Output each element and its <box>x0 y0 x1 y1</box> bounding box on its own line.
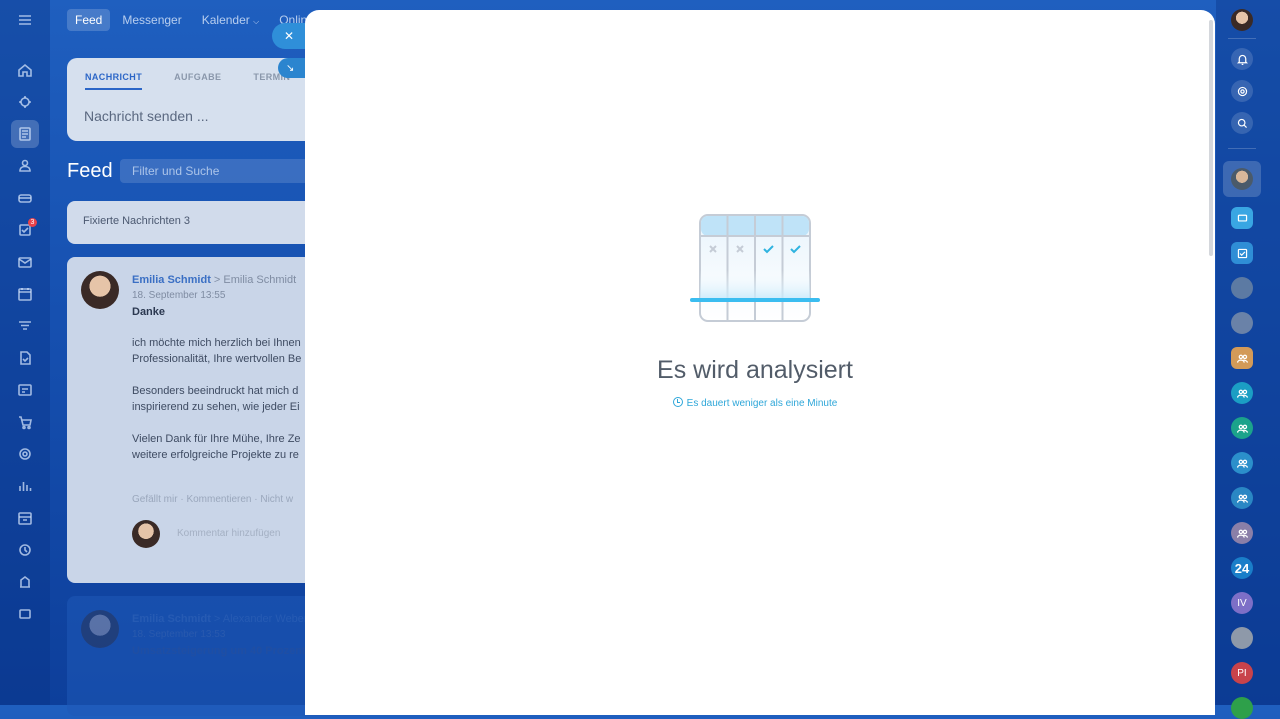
group-chat-icon[interactable] <box>1231 487 1253 509</box>
post-subject: Danke <box>132 306 166 318</box>
notifications-icon[interactable] <box>1231 48 1253 70</box>
shop-icon[interactable] <box>11 408 39 436</box>
chat-avatar[interactable] <box>1231 312 1253 334</box>
recipient-arrow-icon: > <box>213 274 224 286</box>
menu-icon[interactable] <box>11 6 39 34</box>
post-date: 18. September 13:55 <box>132 290 226 301</box>
filter-search-input[interactable]: Filter und Suche <box>120 159 320 183</box>
divider <box>1228 38 1256 39</box>
documents-icon[interactable] <box>11 344 39 372</box>
post-recipient[interactable]: Alexander Weber <box>223 613 308 625</box>
calendar-icon[interactable] <box>11 280 39 308</box>
recipient-arrow-icon: > <box>213 613 223 625</box>
group-chat-icon[interactable] <box>1231 522 1253 544</box>
collapse-icon: ↘ <box>286 62 295 74</box>
sites-icon[interactable] <box>11 376 39 404</box>
comment-input[interactable]: Kommentar hinzufügen <box>177 528 280 539</box>
post-line: ich möchte mich herzlich bei Ihnen <box>132 337 301 349</box>
ai-assistant-icon[interactable] <box>11 88 39 116</box>
timeman-icon[interactable] <box>11 504 39 532</box>
group-chat-icon[interactable] <box>1231 382 1253 404</box>
analysis-subtitle-text: Es dauert weniger als eine Minute <box>686 398 838 409</box>
tasks-chat-icon[interactable] <box>1231 242 1253 264</box>
post-recipient[interactable]: Emilia Schmidt <box>223 274 296 286</box>
search-chat-icon[interactable] <box>1231 112 1253 134</box>
author-name[interactable]: Emilia Schmidt <box>132 613 211 625</box>
marketing-icon[interactable] <box>11 440 39 468</box>
tasks-badge: 3 <box>28 218 37 227</box>
drive-icon[interactable] <box>11 184 39 212</box>
message-input[interactable]: Nachricht senden ... <box>84 108 209 124</box>
chat-avatar[interactable] <box>1231 697 1253 719</box>
post-date: 18. September 13:53 <box>132 629 226 640</box>
composer-tabs: NACHRICHT AUFGABE TERMIN <box>85 72 290 90</box>
avatar[interactable] <box>81 271 119 309</box>
home-icon[interactable] <box>11 56 39 84</box>
tab-feed[interactable]: Feed <box>67 9 111 31</box>
analysis-panel: Es wird analysiert Es dauert weniger als… <box>305 10 1215 715</box>
chat-avatar[interactable] <box>1231 627 1253 649</box>
analytics-icon[interactable] <box>11 472 39 500</box>
page-title: Feed <box>67 160 113 182</box>
post-author: Emilia Schmidt > Emilia Schmidt <box>132 274 296 286</box>
post-line: Professionalität, Ihre wertvollen Be <box>132 353 302 365</box>
post-line: Vielen Dank für Ihre Mühe, Ihre Ze <box>132 433 301 445</box>
tasks-icon[interactable]: 3 <box>11 216 39 244</box>
close-icon: ✕ <box>284 29 295 43</box>
composer-tab-task[interactable]: AUFGABE <box>174 72 221 90</box>
feed-icon[interactable] <box>11 120 39 148</box>
group-chat-icon[interactable] <box>1231 347 1253 369</box>
composer-tab-message[interactable]: NACHRICHT <box>85 72 143 90</box>
author-name[interactable]: Emilia Schmidt <box>132 274 211 286</box>
mail-icon[interactable] <box>11 248 39 276</box>
settings-icon[interactable] <box>11 600 39 628</box>
bitrix24-icon[interactable]: 24 <box>1231 557 1253 579</box>
divider <box>1228 148 1256 149</box>
general-chat-icon[interactable] <box>1231 207 1253 229</box>
post-line: inspirierend zu sehen, wie jeder Ei <box>132 401 300 413</box>
post-line: weitere erfolgreiche Projekte zu re <box>132 449 299 461</box>
comment-avatar <box>132 520 160 548</box>
analysis-title: Es wird analysiert <box>657 356 853 384</box>
table-analysis-icon <box>690 214 820 322</box>
chat-avatar[interactable] <box>1231 277 1253 299</box>
post-actions[interactable]: Gefällt mir · Kommentieren · Nicht w <box>132 494 293 505</box>
scrollbar[interactable] <box>1209 20 1213 256</box>
automation-icon[interactable] <box>11 536 39 564</box>
post-author: Emilia Schmidt > Alexander Weber <box>132 613 308 625</box>
analysis-subtitle: Es dauert weniger als eine Minute <box>305 397 1205 409</box>
funnel-icon[interactable] <box>11 312 39 340</box>
user-avatar[interactable] <box>1231 9 1253 31</box>
group-chat-icon[interactable] <box>1231 452 1253 474</box>
chat-avatar-iv[interactable]: IV <box>1231 592 1253 614</box>
post-line: Besonders beeindruckt hat mich d <box>132 385 299 397</box>
tab-calendar[interactable]: Kalender ⌵ <box>194 9 267 31</box>
company-icon[interactable] <box>11 568 39 596</box>
groups-icon[interactable] <box>11 152 39 180</box>
avatar[interactable] <box>81 610 119 648</box>
tab-calendar-label: Kalender <box>201 13 250 27</box>
collapse-slider-button[interactable]: ↘ <box>278 58 308 78</box>
group-chat-icon[interactable] <box>1231 417 1253 439</box>
copilot-icon[interactable] <box>1231 80 1253 102</box>
chat-avatar-pi[interactable]: PI <box>1231 662 1253 684</box>
tab-messenger[interactable]: Messenger <box>114 9 189 31</box>
chevron-down-icon: ⌵ <box>253 17 260 26</box>
clock-icon <box>672 397 683 407</box>
chat-avatar-selected[interactable] <box>1231 168 1253 190</box>
post-subject: Umsatzsteigerung um 40 Prozent <box>132 645 306 657</box>
